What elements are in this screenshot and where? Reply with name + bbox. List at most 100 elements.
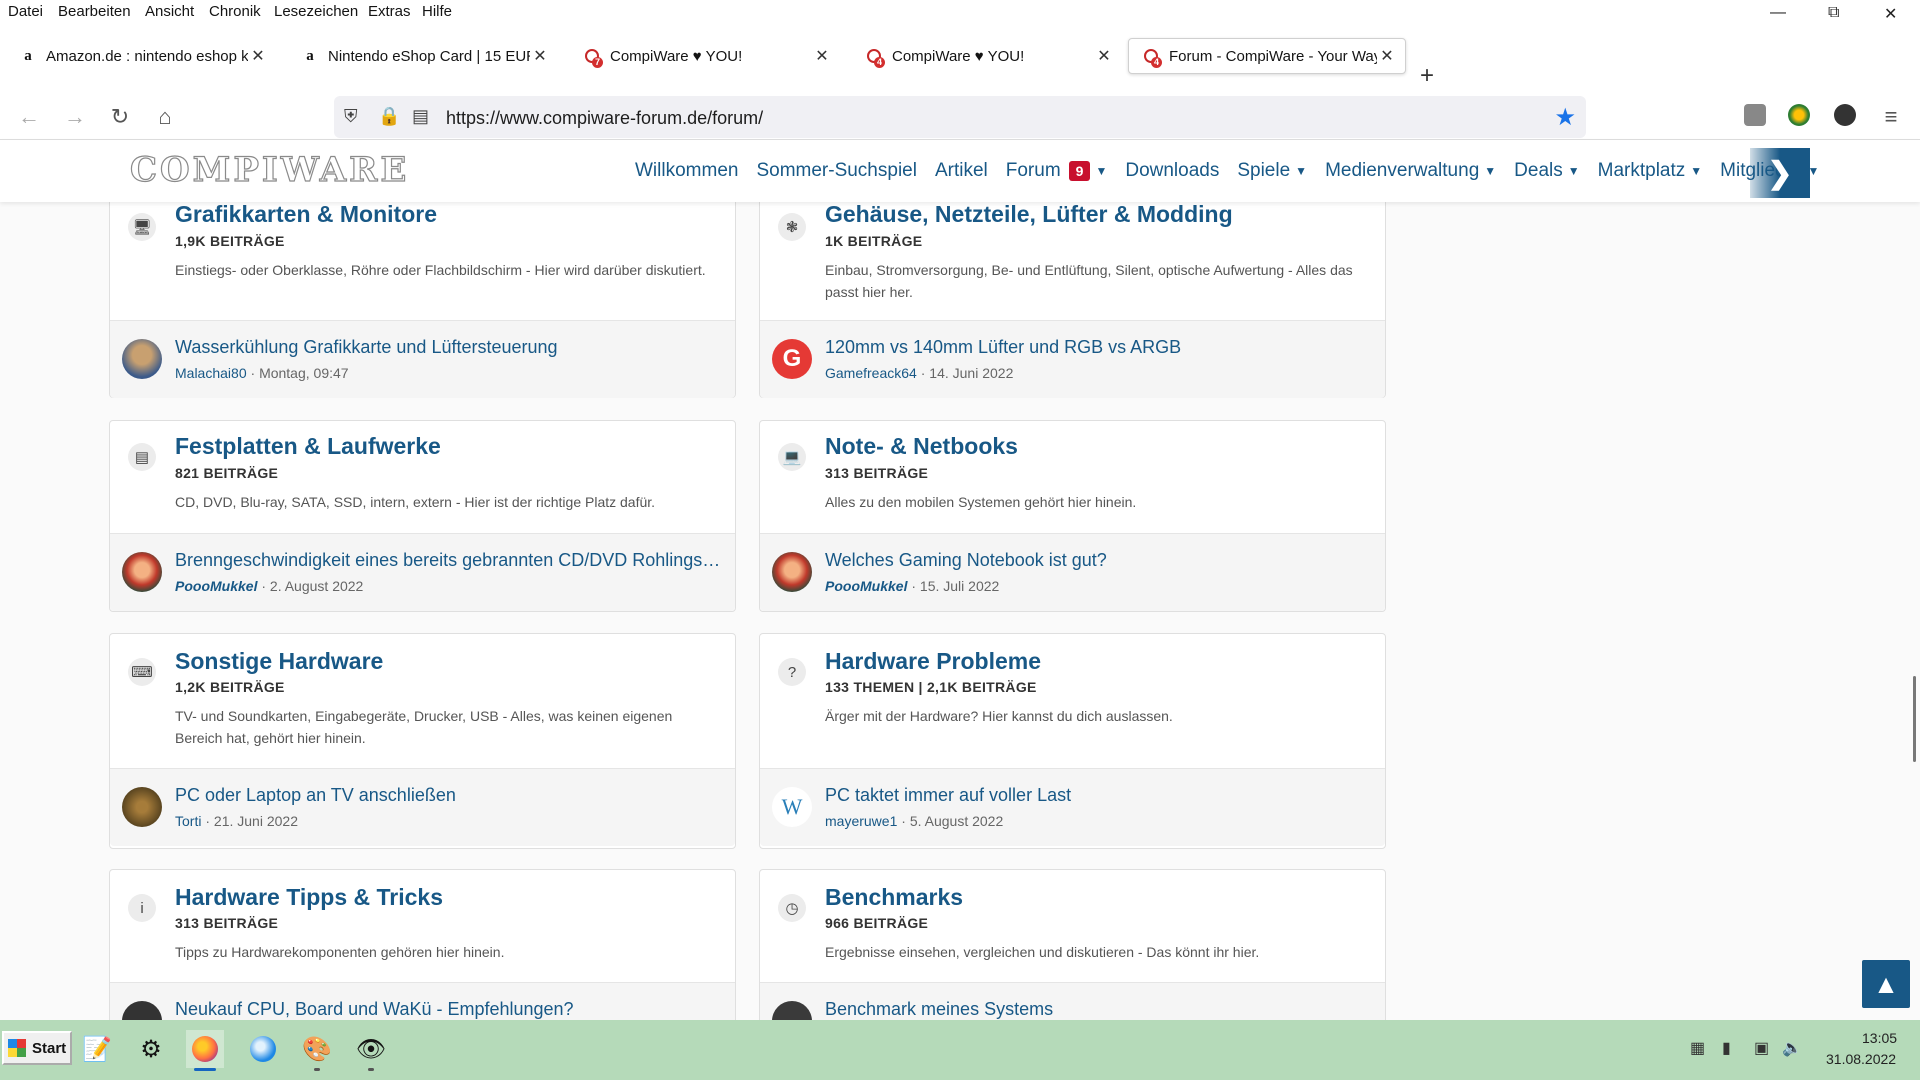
viewer-icon[interactable]: 👁 xyxy=(352,1030,390,1071)
ublock-icon[interactable] xyxy=(1744,104,1766,126)
scroll-to-top-button[interactable]: ▲ xyxy=(1862,960,1910,1008)
nav-downloads[interactable]: Downloads xyxy=(1125,160,1219,182)
category-meta: 1K BEITRÄGE xyxy=(825,233,923,249)
last-post-user[interactable]: Torti xyxy=(175,813,201,829)
menu-hilfe[interactable]: Hilfe xyxy=(422,3,452,20)
last-post-title[interactable]: Wasserkühlung Grafikkarte und Lüftersteu… xyxy=(175,337,725,358)
menu-ansicht[interactable]: Ansicht xyxy=(145,3,194,20)
close-icon[interactable]: ✕ xyxy=(530,46,550,66)
category-title[interactable]: Grafikkarten & Monitore xyxy=(175,202,437,228)
nav-artikel[interactable]: Artikel xyxy=(935,160,988,182)
nav-forum[interactable]: Forum 9 ▼ xyxy=(1006,160,1107,182)
last-post-user[interactable]: PoooMukkel xyxy=(825,578,907,594)
nav-deals[interactable]: Deals ▼ xyxy=(1514,160,1579,182)
url-bar[interactable]: ⛨ 🔒 ▤ https://www.compiware-forum.de/for… xyxy=(334,96,1586,138)
last-post-user[interactable]: PoooMukkel xyxy=(175,578,257,594)
menu-bearbeiten[interactable]: Bearbeiten xyxy=(58,3,131,20)
question-icon: ? xyxy=(778,658,806,686)
reload-icon[interactable]: ↻ xyxy=(105,102,135,132)
paint-icon[interactable]: 🎨 xyxy=(298,1030,336,1071)
tab-compiware-1[interactable]: 7 CompiWare ♥ YOU! ✕ xyxy=(570,38,840,74)
last-post-title[interactable]: Brenngeschwindigkeit eines bereits gebra… xyxy=(175,550,725,571)
start-button[interactable]: Start xyxy=(2,1031,72,1065)
bookmark-star-icon[interactable]: ★ xyxy=(1554,103,1576,132)
category-title[interactable]: Festplatten & Laufwerke xyxy=(175,433,441,460)
back-icon[interactable]: ← xyxy=(14,102,44,132)
profile-icon[interactable] xyxy=(1834,104,1856,126)
forward-icon[interactable]: → xyxy=(60,102,90,132)
avatar[interactable] xyxy=(772,552,812,592)
tab-forum-active[interactable]: 4 Forum - CompiWare - Your Way ✕ xyxy=(1128,38,1406,74)
last-post-user[interactable]: Gamefreack64 xyxy=(825,365,917,381)
menu-chronik[interactable]: Chronik xyxy=(209,3,261,20)
clock-time[interactable]: 13:05 xyxy=(1862,1030,1897,1046)
last-post-title[interactable]: PC taktet immer auf voller Last xyxy=(825,785,1375,806)
last-post-title[interactable]: Welches Gaming Notebook ist gut? xyxy=(825,550,1375,571)
shield-icon[interactable]: ⛨ xyxy=(344,106,358,127)
tab-amazon-1[interactable]: a Amazon.de : nintendo eshop ka ✕ xyxy=(6,38,276,74)
network-icon[interactable]: ▣ xyxy=(1754,1038,1769,1058)
avatar[interactable] xyxy=(122,1001,162,1020)
category-title[interactable]: Gehäuse, Netzteile, Lüfter & Modding xyxy=(825,202,1233,228)
avatar[interactable] xyxy=(122,552,162,592)
close-icon[interactable]: ✕ xyxy=(812,46,832,66)
category-card: 🖥 Grafikkarten & Monitore 1,9K BEITRÄGE … xyxy=(109,202,736,398)
category-title[interactable]: Sonstige Hardware xyxy=(175,648,383,675)
menu-lesezeichen[interactable]: Lesezeichen xyxy=(274,3,358,20)
volume-icon[interactable]: 🔈 xyxy=(1782,1038,1802,1058)
last-post-title[interactable]: PC oder Laptop an TV anschließen xyxy=(175,785,725,806)
language-icon[interactable]: ▦ xyxy=(1690,1038,1705,1058)
permissions-icon[interactable]: ▤ xyxy=(412,106,429,127)
category-meta: 313 BEITRÄGE xyxy=(825,465,929,481)
thunderbird-icon[interactable] xyxy=(244,1030,282,1068)
avatar[interactable] xyxy=(772,1001,812,1020)
site-header: COMPIWARE Willkommen Sommer-Suchspiel Ar… xyxy=(0,140,1920,202)
avatar[interactable]: W xyxy=(772,787,812,827)
control-panel-icon[interactable]: ⚙ xyxy=(132,1030,170,1068)
category-title[interactable]: Benchmarks xyxy=(825,884,963,911)
nav-medienverwaltung[interactable]: Medienverwaltung ▼ xyxy=(1325,160,1496,182)
category-title[interactable]: Hardware Probleme xyxy=(825,648,1041,675)
last-post-user[interactable]: mayeruwe1 xyxy=(825,813,897,829)
clock-date[interactable]: 31.08.2022 xyxy=(1826,1051,1896,1067)
firefox-icon[interactable] xyxy=(186,1030,224,1071)
last-post-title[interactable]: Benchmark meines Systems xyxy=(825,999,1375,1020)
close-icon[interactable]: ✕ xyxy=(1377,46,1397,66)
nav-sommer-suchspiel[interactable]: Sommer-Suchspiel xyxy=(756,160,917,182)
avatar[interactable]: G xyxy=(772,339,812,379)
url-text[interactable]: https://www.compiware-forum.de/forum/ xyxy=(446,108,763,129)
last-post-date: 2. August 2022 xyxy=(269,578,364,594)
home-icon[interactable]: ⌂ xyxy=(150,102,180,132)
last-post-user[interactable]: Malachai80 xyxy=(175,365,247,381)
close-icon[interactable]: ✕ xyxy=(1094,46,1114,66)
last-post-title[interactable]: 120mm vs 140mm Lüfter und RGB vs ARGB xyxy=(825,337,1375,358)
nav-scroll-right-icon[interactable]: ❯ xyxy=(1750,148,1810,198)
close-icon[interactable]: ✕ xyxy=(248,46,268,66)
extension-icon[interactable] xyxy=(1788,104,1810,126)
chevron-down-icon: ▼ xyxy=(1484,164,1497,178)
nav-marktplatz[interactable]: Marktplatz ▼ xyxy=(1598,160,1703,182)
last-post-date: 14. Juni 2022 xyxy=(929,365,1014,381)
nav-spiele[interactable]: Spiele ▼ xyxy=(1237,160,1307,182)
battery-icon[interactable]: ▮ xyxy=(1722,1038,1731,1058)
menu-datei[interactable]: Datei xyxy=(8,3,43,20)
restore-icon[interactable]: ⧉ xyxy=(1828,4,1839,22)
tab-amazon-2[interactable]: a Nintendo eShop Card | 15 EUR ( ✕ xyxy=(288,38,558,74)
notepad-icon[interactable]: 📝 xyxy=(78,1030,116,1068)
tab-compiware-2[interactable]: 4 CompiWare ♥ YOU! ✕ xyxy=(852,38,1122,74)
menu-extras[interactable]: Extras xyxy=(368,3,411,20)
close-window-icon[interactable]: ✕ xyxy=(1884,4,1897,24)
last-post: Welches Gaming Notebook ist gut? PoooMuk… xyxy=(760,533,1385,611)
site-logo[interactable]: COMPIWARE xyxy=(129,149,409,190)
nav-willkommen[interactable]: Willkommen xyxy=(635,160,738,182)
last-post-title[interactable]: Neukauf CPU, Board und WaKü - Empfehlung… xyxy=(175,999,725,1020)
avatar[interactable] xyxy=(122,339,162,379)
lock-icon[interactable]: 🔒 xyxy=(378,106,400,127)
page-scrollbar[interactable] xyxy=(1913,676,1916,762)
avatar[interactable] xyxy=(122,787,162,827)
category-title[interactable]: Hardware Tipps & Tricks xyxy=(175,884,443,911)
minimize-icon[interactable]: — xyxy=(1770,4,1786,22)
category-title[interactable]: Note- & Netbooks xyxy=(825,433,1018,460)
hamburger-menu-icon[interactable]: ≡ xyxy=(1876,102,1906,132)
new-tab-icon[interactable]: + xyxy=(1420,62,1434,90)
